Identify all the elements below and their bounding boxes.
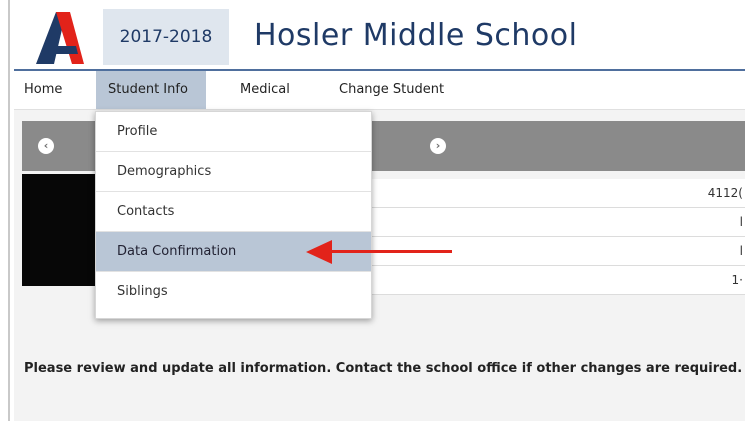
menu-item-siblings[interactable]: Siblings — [96, 272, 371, 312]
school-year-badge[interactable]: 2017-2018 — [103, 9, 229, 65]
info-row: 1· — [369, 266, 745, 295]
main-nav: Home Student Info Medical Change Student — [14, 71, 745, 110]
review-notice: Please review and update all information… — [24, 361, 743, 376]
app-header: 2017-2018 Hosler Middle School — [14, 0, 745, 70]
menu-item-contacts[interactable]: Contacts — [96, 192, 371, 232]
info-row: l — [369, 208, 745, 237]
nav-student-info[interactable]: Student Info — [96, 71, 206, 109]
chevron-left-icon[interactable]: ‹ — [38, 138, 54, 154]
nav-medical[interactable]: Medical — [230, 71, 300, 109]
info-row-value: 4112( — [707, 186, 743, 200]
student-info-dropdown: Profile Demographics Contacts Data Confi… — [95, 111, 372, 319]
school-name-title: Hosler Middle School — [254, 18, 578, 53]
nav-change-student[interactable]: Change Student — [329, 71, 454, 109]
menu-item-demographics[interactable]: Demographics — [96, 152, 371, 192]
info-row-value: l — [739, 244, 743, 258]
left-edge — [0, 0, 14, 421]
aeries-logo-icon — [36, 12, 84, 64]
nav-home[interactable]: Home — [14, 71, 72, 109]
student-photo — [22, 174, 97, 286]
info-row-value: l — [739, 215, 743, 229]
menu-item-profile[interactable]: Profile — [96, 112, 371, 152]
info-row-value: 1· — [731, 273, 743, 287]
annotation-arrow-head-icon — [306, 240, 332, 264]
left-edge-line — [8, 0, 10, 421]
chevron-right-icon[interactable]: › — [430, 138, 446, 154]
annotation-arrow-line — [330, 250, 452, 253]
info-row: 4112( — [369, 179, 745, 208]
